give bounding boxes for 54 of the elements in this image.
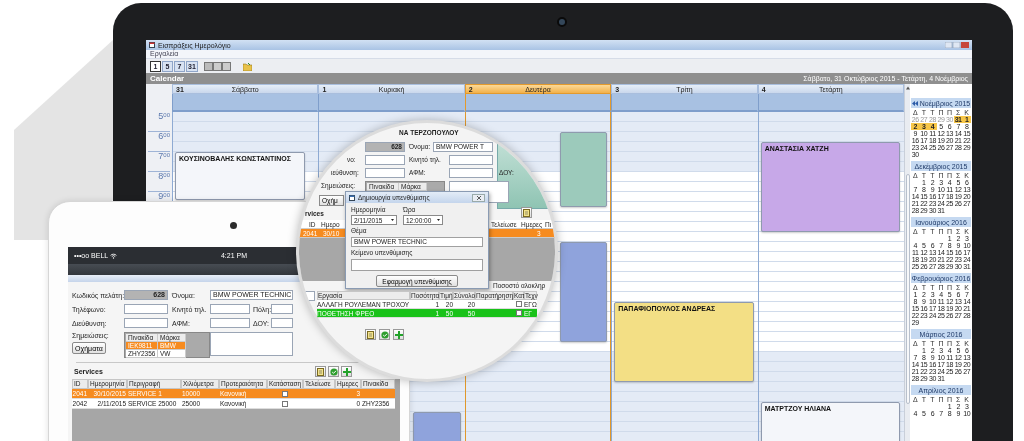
checkbox[interactable] [282,390,288,397]
hour-label: 8$^{00}$ [148,172,170,192]
checkbox[interactable] [282,400,288,407]
city-field[interactable] [271,304,293,314]
notes-button[interactable] [521,207,532,218]
calendar-icon [349,194,355,201]
grid-view-icon[interactable] [203,61,232,71]
folder-icon[interactable] [242,61,252,71]
close-button[interactable] [472,193,485,202]
notes-field[interactable] [210,332,293,356]
notes-button[interactable] [315,366,326,377]
close-icon [476,195,481,200]
tax-office-field[interactable] [271,318,293,328]
input-field[interactable] [304,291,315,301]
caret-icon [390,217,395,223]
confirm-button[interactable] [328,366,339,377]
table-cell[interactable] [361,389,395,399]
camera-dot [557,17,567,27]
mobile-field[interactable] [449,155,493,165]
calendar-icon [149,42,155,48]
camera-dot [230,222,237,229]
confirm-button[interactable] [379,329,390,340]
appointment[interactable] [559,132,608,207]
scroll-up-icon[interactable] [905,86,910,90]
appointment[interactable] [559,242,608,342]
window-controls-icon[interactable] [945,42,969,48]
plus-icon [394,330,403,339]
vat-field[interactable] [449,168,493,178]
table-cell[interactable] [475,300,513,309]
notepad-icon [367,330,374,339]
vat-field[interactable] [210,318,250,328]
wifi-icon [110,252,118,259]
hour-label: 7$^{00}$ [148,152,170,172]
plus-icon [342,367,351,376]
caret-icon [436,217,441,223]
calendar-title: Calendar [150,74,185,83]
check-icon [329,367,338,376]
mobile-field[interactable] [210,304,250,314]
previous-icon[interactable] [911,100,918,106]
notes-button[interactable] [365,329,376,340]
phone-field[interactable] [365,155,405,165]
address-field[interactable] [365,168,405,178]
check-icon [380,330,389,339]
scrollbar-thumb[interactable] [905,174,910,404]
hour-label: 5$^{00}$ [148,112,170,132]
reminder-text-field[interactable] [351,259,483,271]
phone-field[interactable] [124,304,168,314]
add-button[interactable] [393,329,404,340]
table-cell[interactable] [475,309,513,318]
notepad-icon [317,367,324,376]
notepad-icon [523,208,530,217]
hour-label: 6$^{00}$ [148,132,170,152]
add-button[interactable] [341,366,352,377]
address-field[interactable] [124,318,168,328]
